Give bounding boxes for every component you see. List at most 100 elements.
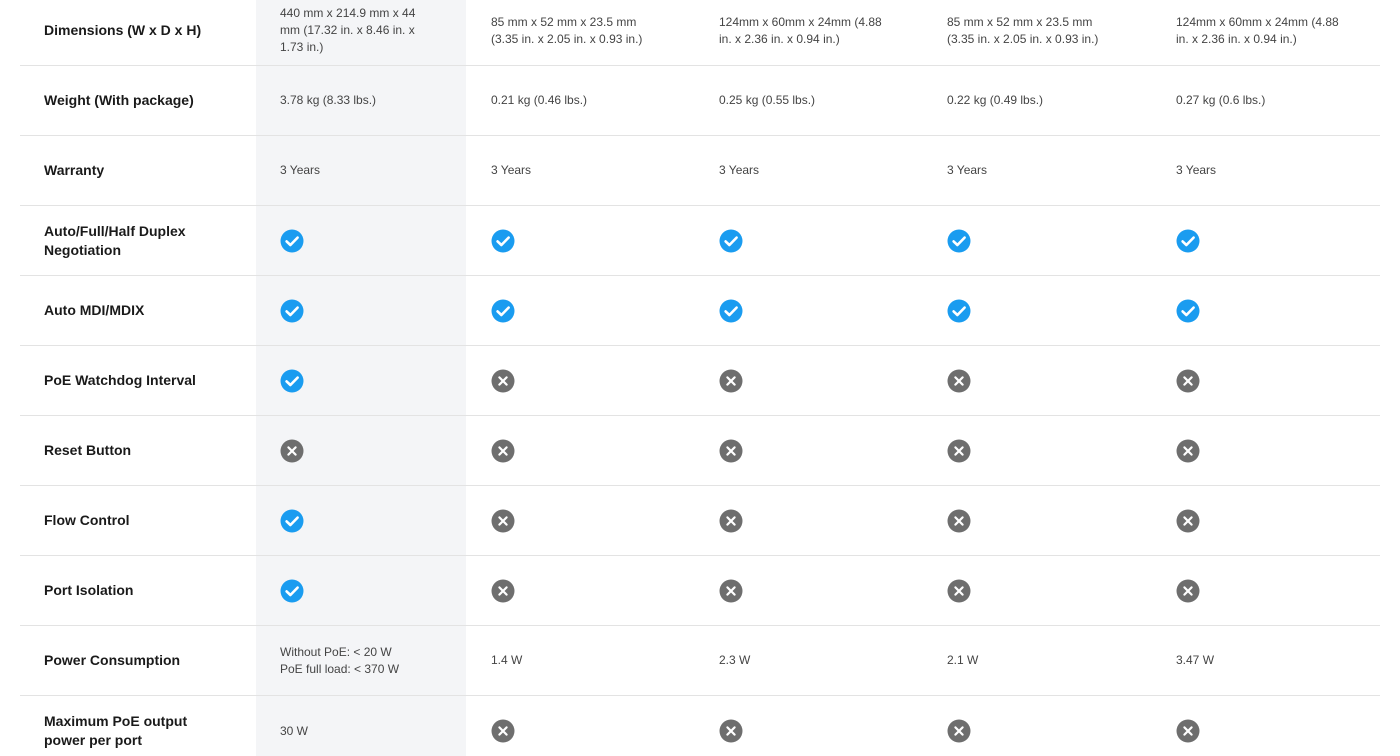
spec-cell-product-1: 3.78 kg (8.33 lbs.): [280, 66, 465, 135]
spec-row: PoE Watchdog Interval: [20, 346, 1380, 416]
check-icon: [491, 299, 515, 322]
spec-cell-product-2: [491, 556, 691, 625]
spec-cell-product-5: 0.27 kg (0.6 lbs.): [1176, 66, 1376, 135]
cross-icon: [491, 369, 515, 392]
spec-row: Dimensions (W x D x H) 440 mm x 214.9 mm …: [20, 0, 1380, 66]
spec-cell-product-1: [280, 416, 465, 485]
cross-icon: [719, 719, 743, 743]
check-icon: [1176, 299, 1200, 322]
spec-label: Port Isolation: [44, 582, 134, 598]
check-icon: [280, 369, 304, 392]
spec-cell-product-3: [719, 556, 919, 625]
spec-cell-product-4: 2.1 W: [947, 626, 1147, 695]
spec-label: Weight (With package): [44, 92, 194, 108]
spec-value: 440 mm x 214.9 mm x 44 mm (17.32 in. x 8…: [280, 6, 416, 54]
spec-row: Port Isolation: [20, 556, 1380, 626]
spec-value: 3 Years: [719, 163, 760, 177]
spec-cell-product-5: 124mm x 60mm x 24mm (4.88 in. x 2.36 in.…: [1176, 0, 1376, 65]
spec-label: Power Consumption: [44, 652, 181, 668]
spec-cell-product-4: [947, 206, 1147, 275]
spec-value: 3 Years: [947, 163, 988, 177]
check-icon: [719, 229, 743, 252]
spec-cell-product-4: [947, 416, 1147, 485]
spec-label: Warranty: [44, 162, 105, 178]
cross-icon: [1176, 509, 1200, 532]
spec-cell-product-1: 30 W: [280, 696, 465, 756]
spec-value: Without PoE: < 20 W PoE full load: < 370…: [280, 644, 400, 676]
spec-value: 3 Years: [280, 163, 321, 177]
spec-cell-product-4: [947, 556, 1147, 625]
cross-icon: [947, 439, 971, 462]
spec-value: 3 Years: [491, 163, 532, 177]
check-icon: [280, 509, 304, 532]
check-icon: [947, 299, 971, 322]
spec-row: Auto MDI/MDIX: [20, 276, 1380, 346]
spec-cell-product-5: [1176, 346, 1376, 415]
spec-cell-product-3: [719, 276, 919, 345]
spec-label: Auto/Full/Half Duplex Negotiation: [44, 222, 186, 258]
cross-icon: [491, 509, 515, 532]
cross-icon: [947, 579, 971, 602]
spec-cell-product-1: [280, 206, 465, 275]
spec-row: Power Consumption Without PoE: < 20 W PoE…: [20, 626, 1380, 696]
spec-cell-product-2: 3 Years: [491, 136, 691, 205]
spec-cell-product-3: [719, 346, 919, 415]
spec-row: Weight (With package) 3.78 kg (8.33 lbs.)…: [20, 66, 1380, 136]
spec-value: 2.1 W: [947, 653, 979, 667]
cross-icon: [491, 579, 515, 602]
spec-comparison-table: Dimensions (W x D x H) 440 mm x 214.9 mm …: [0, 0, 1400, 756]
spec-value: 3.78 kg (8.33 lbs.): [280, 93, 377, 107]
spec-value: 2.3 W: [719, 653, 751, 667]
spec-cell-product-5: [1176, 276, 1376, 345]
spec-cell-product-5: [1176, 556, 1376, 625]
spec-cell-product-4: [947, 276, 1147, 345]
spec-cell-product-2: [491, 416, 691, 485]
spec-cell-product-1: 3 Years: [280, 136, 465, 205]
check-icon: [1176, 229, 1200, 252]
spec-cell-product-1: [280, 346, 465, 415]
spec-cell-product-2: 0.21 kg (0.46 lbs.): [491, 66, 691, 135]
check-icon: [719, 299, 743, 322]
spec-cell-product-4: [947, 486, 1147, 555]
cross-icon: [491, 439, 515, 462]
spec-cell-product-1: [280, 486, 465, 555]
spec-value: 85 mm x 52 mm x 23.5 mm (3.35 in. x 2.05…: [947, 14, 1099, 46]
spec-cell-product-5: 3.47 W: [1176, 626, 1376, 695]
spec-value: 0.27 kg (0.6 lbs.): [1176, 93, 1266, 107]
spec-cell-product-5: [1176, 206, 1376, 275]
spec-cell-product-3: [719, 486, 919, 555]
spec-cell-product-1: [280, 276, 465, 345]
spec-cell-product-3: 124mm x 60mm x 24mm (4.88 in. x 2.36 in.…: [719, 0, 919, 65]
spec-cell-product-5: [1176, 416, 1376, 485]
spec-value: 3 Years: [1176, 163, 1217, 177]
spec-label: Reset Button: [44, 442, 132, 458]
cross-icon: [947, 369, 971, 392]
cross-icon: [719, 439, 743, 462]
check-icon: [280, 579, 304, 602]
spec-cell-product-5: [1176, 696, 1376, 756]
spec-cell-product-5: [1176, 486, 1376, 555]
spec-cell-product-3: [719, 696, 919, 756]
spec-row: Maximum PoE output power per port 30 W: [20, 696, 1380, 756]
spec-value: 3.47 W: [1176, 653, 1215, 667]
spec-value: 124mm x 60mm x 24mm (4.88 in. x 2.36 in.…: [1176, 14, 1339, 46]
spec-value: 30 W: [280, 723, 309, 738]
spec-value: 124mm x 60mm x 24mm (4.88 in. x 2.36 in.…: [719, 14, 882, 46]
cross-icon: [1176, 719, 1200, 743]
cross-icon: [491, 719, 515, 743]
spec-cell-product-2: [491, 206, 691, 275]
spec-cell-product-1: [280, 556, 465, 625]
cross-icon: [719, 369, 743, 392]
spec-value: 85 mm x 52 mm x 23.5 mm (3.35 in. x 2.05…: [491, 14, 643, 46]
spec-cell-product-2: [491, 696, 691, 756]
check-icon: [491, 229, 515, 252]
cross-icon: [947, 719, 971, 743]
cross-icon: [947, 509, 971, 532]
cross-icon: [719, 579, 743, 602]
spec-cell-product-4: [947, 346, 1147, 415]
spec-label: PoE Watchdog Interval: [44, 372, 196, 388]
spec-cell-product-2: [491, 346, 691, 415]
cross-icon: [719, 509, 743, 532]
spec-cell-product-4: 85 mm x 52 mm x 23.5 mm (3.35 in. x 2.05…: [947, 0, 1147, 65]
spec-value: 1.4 W: [491, 653, 523, 667]
